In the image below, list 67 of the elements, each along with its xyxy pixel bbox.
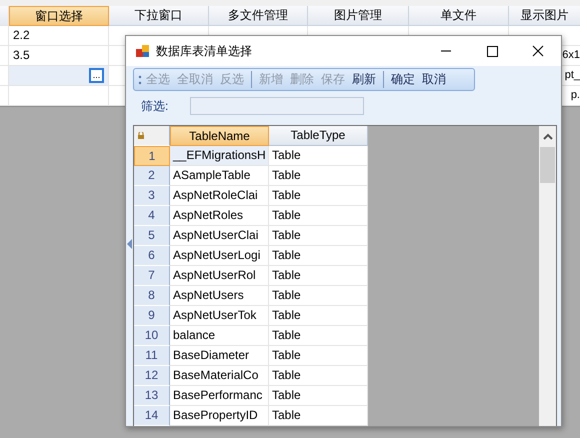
column-header[interactable]: 单文件: [409, 6, 509, 26]
row-number: 1: [134, 146, 170, 166]
row-number: 11: [134, 346, 170, 366]
table-cell: 2.2: [9, 26, 109, 46]
vertical-scrollbar[interactable]: [539, 126, 556, 426]
row-number: 7: [134, 266, 170, 286]
column-header[interactable]: 显示图片: [509, 6, 580, 26]
table-cell: pt_: [564, 69, 580, 81]
row-number: 10: [134, 326, 170, 346]
row-number: 4: [134, 206, 170, 226]
table-cell: Table: [269, 226, 368, 246]
column-header[interactable]: TableName: [170, 126, 269, 146]
table-cell: Table: [269, 266, 368, 286]
filter-field[interactable]: [190, 97, 364, 115]
table-cell: 6x1: [562, 49, 580, 61]
table-cell: Table: [269, 366, 368, 386]
table-cell: Table: [269, 406, 368, 426]
table-cell: BasePropertyID: [170, 406, 269, 426]
row-number: 8: [134, 286, 170, 306]
row-number: 12: [134, 366, 170, 386]
table-cell: AspNetRoles: [170, 206, 269, 226]
toolbar-button[interactable]: 刷新: [349, 71, 379, 88]
table-cell: Table: [269, 246, 368, 266]
table-cell: AspNetUserClai: [170, 226, 269, 246]
table-cell: Table: [269, 166, 368, 186]
window-title: 数据库表清单选择: [156, 42, 253, 60]
table-cell: AspNetUserLogi: [170, 246, 269, 266]
table-cell: BaseMaterialCo: [170, 366, 269, 386]
browse-button[interactable]: ...: [89, 68, 104, 83]
toolbar-button[interactable]: 确定: [388, 71, 418, 88]
app-icon: [136, 44, 150, 58]
table-cell: Table: [269, 186, 368, 206]
table-cell: Table: [269, 386, 368, 406]
row-number: 3: [134, 186, 170, 206]
table-cell: __EFMigrationsH: [170, 146, 269, 166]
lock-icon: [138, 132, 144, 139]
table-cell: Table: [269, 206, 368, 226]
column-header[interactable]: 多文件管理: [209, 6, 308, 26]
column-header[interactable]: 下拉窗口: [109, 6, 209, 26]
table-cell: p.: [570, 89, 580, 101]
table-cell: Table: [269, 346, 368, 366]
table-cell: Table: [269, 286, 368, 306]
toolbar-button[interactable]: 取消: [419, 71, 449, 88]
grip-icon: [138, 74, 142, 86]
table-cell: balance: [170, 326, 269, 346]
row-number: 5: [134, 226, 170, 246]
row-number: 9: [134, 306, 170, 326]
table-cell: AspNetUserRol: [170, 266, 269, 286]
row-number: 14: [134, 406, 170, 426]
table-cell: AspNetUsers: [170, 286, 269, 306]
row-number: 2: [134, 166, 170, 186]
table-cell: Table: [269, 306, 368, 326]
table-cell: BasePerformanc: [170, 386, 269, 406]
table-cell: Table: [269, 326, 368, 346]
table-cell: Table: [269, 146, 368, 166]
column-header[interactable]: 窗口选择: [9, 6, 109, 26]
filter-label: 筛选:: [141, 98, 168, 114]
scroll-thumb[interactable]: [540, 147, 555, 183]
table-cell: AspNetUserTok: [170, 306, 269, 326]
column-header[interactable]: TableType: [269, 126, 368, 146]
table-cell: ASampleTable: [170, 166, 269, 186]
collapse-arrow-icon[interactable]: [127, 239, 132, 249]
column-header[interactable]: 图片管理: [308, 6, 409, 26]
table-cell: AspNetRoleClai: [170, 186, 269, 206]
row-number: 13: [134, 386, 170, 406]
table-cell: BaseDiameter: [170, 346, 269, 366]
row-number: 6: [134, 246, 170, 266]
